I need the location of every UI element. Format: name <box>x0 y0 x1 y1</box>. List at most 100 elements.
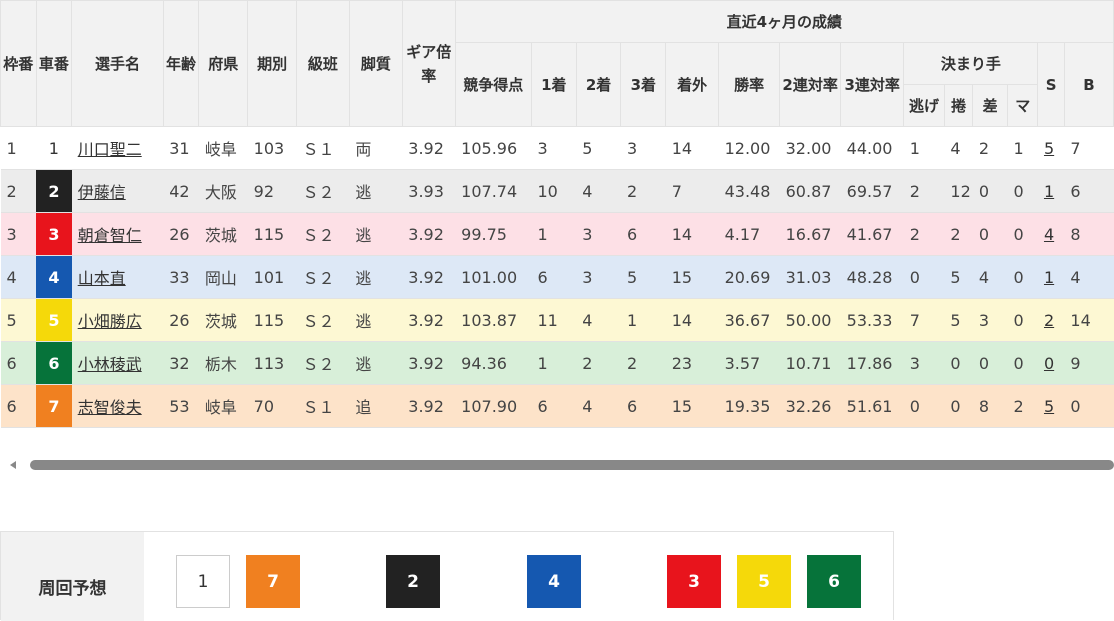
cell-top2: 32.26 <box>779 384 841 428</box>
cell-top2: 10.71 <box>779 341 841 385</box>
cell-term: 70 <box>247 384 297 428</box>
cell-first: 1 <box>531 212 577 256</box>
cell-waku: 6 <box>0 384 37 428</box>
racer-name-link[interactable]: 小畑勝広 <box>78 312 142 331</box>
table-row: 4 4 山本直 33 岡山 101 Ｓ２ 逃 3.92 101.00 6 3 5 15 20.69 31.03… <box>0 255 1114 299</box>
header-second: 2着 <box>575 42 622 127</box>
cell-nige: 3 <box>903 341 945 385</box>
cell-ma: 0 <box>1007 255 1038 299</box>
cell-term: 115 <box>247 298 297 342</box>
cell-out: 14 <box>665 298 719 342</box>
cell-top3: 17.86 <box>840 341 904 385</box>
cell-second: 3 <box>576 255 621 299</box>
s-count-link[interactable]: 1 <box>1044 268 1054 287</box>
racer-name-link[interactable]: 小林稜武 <box>78 355 142 374</box>
cell-waku: 6 <box>0 341 37 385</box>
cell-name: 朝倉智仁 <box>71 212 164 256</box>
cell-second: 2 <box>576 341 621 385</box>
prediction-box-5: 5 <box>737 555 791 608</box>
cell-style: 追 <box>349 384 403 428</box>
cell-age: 33 <box>163 255 199 299</box>
cell-style: 両 <box>349 126 403 170</box>
cell-ma: 2 <box>1007 384 1038 428</box>
cell-win-rate: 20.69 <box>718 255 780 299</box>
cell-gear: 3.92 <box>402 212 456 256</box>
header-class: 級班 <box>295 0 350 127</box>
cell-score: 101.00 <box>455 255 532 299</box>
header-third: 3着 <box>620 42 667 127</box>
cell-pref: 大阪 <box>198 169 248 213</box>
header-pref: 府県 <box>198 0 249 127</box>
cell-nige: 0 <box>903 384 945 428</box>
cell-pref: 茨城 <box>198 212 248 256</box>
cell-sashi: 3 <box>972 298 1008 342</box>
cell-third: 1 <box>620 298 666 342</box>
cell-second: 4 <box>576 298 621 342</box>
cell-age: 31 <box>163 126 199 170</box>
s-count-link[interactable]: 5 <box>1044 139 1054 158</box>
cell-gear: 3.92 <box>402 126 456 170</box>
cell-makuri: 0 <box>944 384 973 428</box>
cell-term: 101 <box>247 255 297 299</box>
cell-style: 逃 <box>349 212 403 256</box>
cell-third: 5 <box>620 255 666 299</box>
s-count-link[interactable]: 4 <box>1044 225 1054 244</box>
header-b: B <box>1063 42 1114 127</box>
cell-ma: 0 <box>1007 298 1038 342</box>
cell-style: 逃 <box>349 298 403 342</box>
cell-gear: 3.92 <box>402 298 456 342</box>
header-s: S <box>1037 42 1065 127</box>
cell-top2: 16.67 <box>779 212 841 256</box>
header-sashi: 差 <box>972 84 1008 127</box>
header-term: 期別 <box>247 0 297 127</box>
entry-table-container: 枠番 車番 選手名 年齢 府県 期別 級班 脚質 ギア倍率 直近4ヶ月の成績 競… <box>0 0 1114 430</box>
scrollbar-thumb[interactable] <box>30 460 1114 470</box>
cell-first: 6 <box>531 255 577 299</box>
cell-age: 26 <box>163 212 199 256</box>
cell-waku: 5 <box>0 298 37 342</box>
cell-class: Ｓ２ <box>296 212 350 256</box>
s-count-link[interactable]: 0 <box>1044 354 1054 373</box>
header-kimarite: 決まり手 <box>903 42 1039 85</box>
s-count-link[interactable]: 2 <box>1044 311 1054 330</box>
cell-name: 小畑勝広 <box>71 298 164 342</box>
cell-makuri: 0 <box>944 341 973 385</box>
car-number-badge: 5 <box>36 298 72 342</box>
cell-first: 6 <box>531 384 577 428</box>
cell-score: 99.75 <box>455 212 532 256</box>
cell-b: 7 <box>1064 126 1114 170</box>
cell-win-rate: 3.57 <box>718 341 780 385</box>
racer-name-link[interactable]: 志智俊夫 <box>78 398 142 417</box>
cell-top3: 41.67 <box>840 212 904 256</box>
scroll-left-arrow-icon[interactable] <box>10 461 16 469</box>
table-row: 5 5 小畑勝広 26 茨城 115 Ｓ２ 逃 3.92 103.87 11 4 1 14 36.67 50.… <box>0 298 1114 342</box>
cell-b: 0 <box>1064 384 1114 428</box>
table-row: 6 7 志智俊夫 53 岐阜 70 Ｓ１ 追 3.92 107.90 6 4 6 15 19.35 32.26… <box>0 384 1114 428</box>
cell-pref: 岡山 <box>198 255 248 299</box>
cell-nige: 2 <box>903 212 945 256</box>
cell-top3: 69.57 <box>840 169 904 213</box>
cell-class: Ｓ１ <box>296 126 350 170</box>
cell-waku: 3 <box>0 212 37 256</box>
cell-style: 逃 <box>349 341 403 385</box>
s-count-link[interactable]: 1 <box>1044 182 1054 201</box>
cell-class: Ｓ１ <box>296 384 350 428</box>
cell-makuri: 5 <box>944 255 973 299</box>
racer-name-link[interactable]: 川口聖二 <box>78 140 142 159</box>
cell-s: 1 <box>1037 255 1065 299</box>
racer-name-link[interactable]: 山本直 <box>78 269 126 288</box>
header-first: 1着 <box>530 42 577 127</box>
cell-name: 伊藤信 <box>71 169 164 213</box>
cell-pref: 栃木 <box>198 341 248 385</box>
cell-sashi: 0 <box>972 341 1008 385</box>
cell-b: 9 <box>1064 341 1114 385</box>
cell-sashi: 8 <box>972 384 1008 428</box>
cell-score: 103.87 <box>455 298 532 342</box>
cell-makuri: 2 <box>944 212 973 256</box>
cell-name: 小林稜武 <box>71 341 164 385</box>
s-count-link[interactable]: 5 <box>1044 397 1054 416</box>
racer-name-link[interactable]: 伊藤信 <box>78 183 126 202</box>
racer-name-link[interactable]: 朝倉智仁 <box>78 226 142 245</box>
horizontal-scrollbar[interactable] <box>10 455 1114 475</box>
header-top2-rate: 2連対率 <box>779 42 842 127</box>
